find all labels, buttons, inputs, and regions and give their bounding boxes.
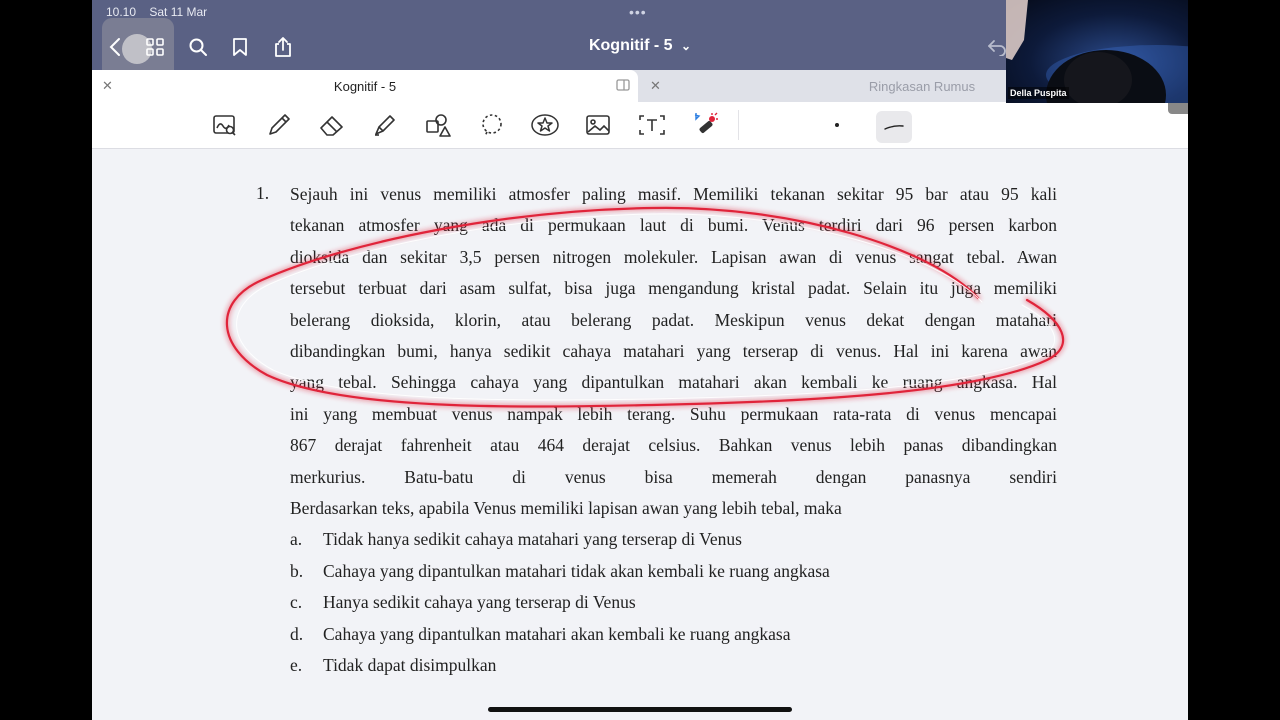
tab-kognitif-5[interactable]: ✕ Kognitif - 5 [92, 70, 638, 102]
close-tab-icon[interactable]: ✕ [102, 78, 113, 94]
stroke-style-selector[interactable] [876, 111, 912, 143]
close-tab-icon[interactable]: ✕ [650, 78, 661, 94]
chevron-down-icon: ⌄ [680, 39, 692, 53]
option-letter: c. [290, 592, 303, 612]
shapes-icon[interactable] [423, 110, 453, 140]
paragraph-line: 867 derajat fahrenheit atau 464 derajat … [290, 435, 1057, 455]
eraser-icon[interactable] [317, 110, 347, 140]
image-icon[interactable] [583, 110, 613, 140]
laser-pointer-icon[interactable] [690, 110, 720, 140]
paragraph-line: dibandingkan bumi, hanya sedikit cahaya … [290, 341, 1057, 361]
split-view-icon[interactable] [616, 78, 630, 92]
ipad-screen: 10.10 Sat 11 Mar ••• Kognitif - 5 ⌄ ✕ Ko… [92, 0, 1188, 720]
pen-icon[interactable] [264, 110, 294, 140]
sticker-icon[interactable] [530, 110, 560, 140]
webcam-overlay: Della Puspita [1006, 0, 1188, 103]
paragraph-line: merkurius. Batu-batu di venus bisa memer… [290, 467, 1057, 487]
multitasking-dots-icon[interactable]: ••• [629, 4, 647, 20]
option-text: Hanya sedikit cahaya yang terserap di Ve… [323, 592, 636, 612]
lasso-icon[interactable] [477, 110, 507, 140]
status-bar: 10.10 Sat 11 Mar [106, 5, 217, 19]
text-box-icon[interactable] [637, 110, 667, 140]
stroke-size-dot[interactable] [835, 123, 839, 127]
question-number: 1. [256, 183, 270, 203]
participant-name: Della Puspita [1008, 87, 1069, 99]
paragraph-line: dioksida dan sekitar 3,5 persen nitrogen… [290, 247, 1057, 267]
tab-label: Kognitif - 5 [333, 78, 397, 94]
paragraph-line: Sejauh ini venus memiliki atmosfer palin… [290, 184, 1057, 204]
paragraph-line: tersebut terbuat dari asam sulfat, bisa … [290, 278, 1057, 298]
option-letter: e. [290, 655, 303, 675]
paragraph-line: tekanan atmosfer yang ada di permukaan l… [290, 215, 1057, 235]
document-page: 1. Sejauh ini venus memiliki atmosfer pa… [92, 149, 1188, 720]
document-title-text: Kognitif - 5 [588, 37, 673, 54]
option-text: Cahaya yang dipantulkan matahari akan ke… [323, 624, 791, 644]
option-text: Cahaya yang dipantulkan matahari tidak a… [323, 561, 830, 581]
paragraph-line: yang tebal. Sehingga cahaya yang dipantu… [290, 372, 1057, 392]
option-letter: a. [290, 529, 303, 549]
tab-label: Ringkasan Rumus [868, 78, 976, 94]
status-time: 10.10 [106, 5, 137, 19]
option-letter: b. [290, 561, 304, 581]
annotation-toolbar [92, 102, 1188, 149]
toolbar-divider [738, 110, 739, 140]
paragraph-line: belerang dioksida, klorin, atau belerang… [290, 310, 1057, 330]
option-text: Tidak dapat disimpulkan [323, 655, 497, 675]
home-indicator[interactable] [488, 707, 792, 712]
option-text: Tidak hanya sedikit cahaya matahari yang… [323, 529, 742, 549]
paragraph-line: ini yang membuat venus nampak lebih tera… [290, 404, 1057, 424]
option-letter: d. [290, 624, 304, 644]
scroll-indicator[interactable] [1168, 102, 1188, 114]
status-date: Sat 11 Mar [149, 5, 208, 19]
question-prompt: Berdasarkan teks, apabila Venus memiliki… [290, 498, 842, 518]
zoom-lasso-icon[interactable] [210, 110, 240, 140]
highlighter-icon[interactable] [370, 110, 400, 140]
